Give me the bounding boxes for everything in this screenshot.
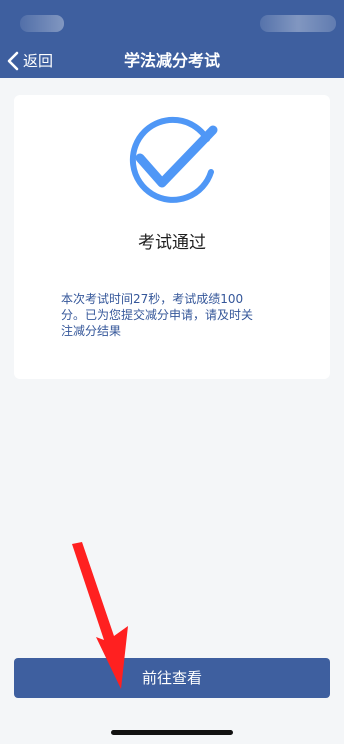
blurred-status-info — [260, 15, 336, 32]
check-circle-icon — [123, 113, 221, 211]
back-button[interactable]: 返回 — [6, 48, 53, 74]
result-card: 考试通过 本次考试时间27秒，考试成绩100 分。已为您提交减分申请，请及时关 … — [14, 95, 330, 379]
result-message: 本次考试时间27秒，考试成绩100 分。已为您提交减分申请，请及时关 注减分结果 — [61, 292, 254, 338]
result-title: 考试通过 — [138, 233, 206, 253]
home-indicator — [111, 730, 233, 735]
goto-view-button[interactable]: 前往查看 — [14, 658, 330, 698]
blurred-status-info — [20, 15, 64, 32]
status-bar — [0, 0, 344, 44]
chevron-left-icon — [6, 51, 20, 71]
back-label: 返回 — [23, 52, 54, 70]
top-bar: 返回 学法减分考试 — [0, 0, 344, 78]
page-title: 学法减分考试 — [123, 51, 220, 70]
exam-result-screen: 返回 学法减分考试 考试通过 本次考试时间27秒，考试成绩100 分。已为您提交… — [0, 0, 344, 744]
navigation-bar: 返回 学法减分考试 — [0, 44, 344, 78]
